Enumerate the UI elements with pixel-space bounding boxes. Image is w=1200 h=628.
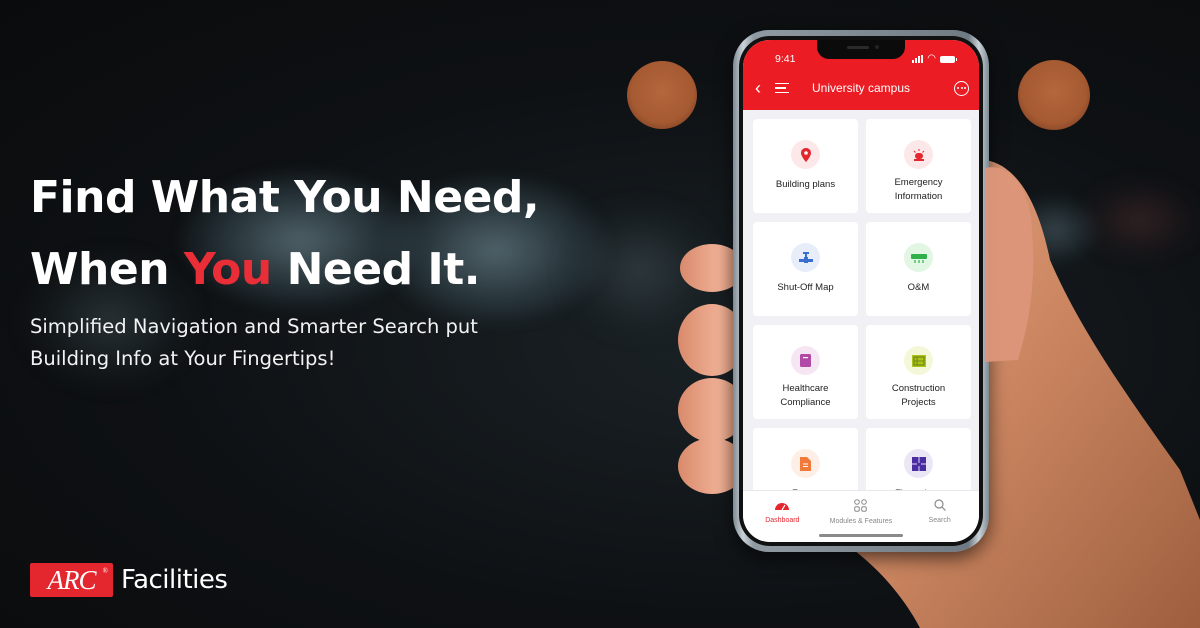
bokeh-light [560, 200, 720, 340]
arc-logo-mark: ARC ® [30, 563, 113, 597]
headline-word: Need It. [286, 244, 481, 295]
wifi-icon: ◠ [927, 53, 936, 64]
headline-line-1: Find What You Need, [30, 172, 540, 223]
module-card-label: Shut-Off Map [777, 282, 834, 293]
module-card-label: Healthcare Compliance [780, 383, 831, 408]
app-screen: 9:41 ◠ ‹ University campus Building plan… [743, 40, 979, 542]
tab-label: Search [928, 517, 951, 524]
headline-accent-word: You [183, 244, 272, 295]
tab-label: Dashboard [765, 517, 800, 524]
subheadline: Simplified Navigation and Smarter Search… [30, 311, 478, 375]
location-pin-icon [791, 140, 820, 169]
blueprint-icon [904, 346, 933, 375]
bokeh-light [1010, 195, 1100, 265]
module-card-label: O&M [907, 282, 930, 293]
brand-logo: ARC ® Facilities [30, 563, 228, 597]
logo-mark-text: ARC [47, 564, 97, 595]
subheadline-line-2: Building Info at Your Fingertips! [30, 347, 336, 370]
headline-line-2: When You Need It. [30, 234, 539, 306]
module-card-label: Building plans [775, 179, 836, 190]
module-grid: Building plans Emergency Information Shut-… [743, 110, 979, 522]
header-title: University campus [811, 81, 911, 95]
phone-mockup: 9:41 ◠ ‹ University campus Building plan… [733, 30, 989, 552]
tab-dashboard[interactable]: Dashboard [747, 499, 817, 542]
modules-grid-icon [854, 499, 868, 514]
valve-icon [791, 243, 820, 272]
nav-row: ‹ University campus [743, 68, 979, 108]
hvac-icon [904, 243, 933, 272]
module-card-building-plans[interactable]: Building plans [753, 119, 858, 213]
module-card-o-m[interactable]: O&M [866, 222, 971, 316]
form-document-icon [791, 449, 820, 478]
phone-notch [817, 40, 905, 59]
battery-icon [940, 55, 957, 63]
floor-plan-icon [904, 449, 933, 478]
module-card-shut-off-map[interactable]: Shut-Off Map [753, 222, 858, 316]
home-indicator [819, 534, 903, 537]
tab-label: Modules & Features [829, 518, 893, 525]
search-icon [934, 499, 946, 513]
bottom-tab-bar: Dashboard Modules & Features Search [743, 490, 979, 542]
more-options-icon[interactable] [954, 80, 969, 96]
registered-mark: ® [102, 567, 108, 575]
logo-wordmark: Facilities [121, 565, 228, 595]
module-card-emergency-information[interactable]: Emergency Information [866, 119, 971, 213]
signal-icon [912, 55, 924, 63]
module-card-construction-projects[interactable]: Construction Projects [866, 325, 971, 419]
siren-icon [904, 140, 933, 169]
module-card-label: Emergency Information [894, 177, 943, 202]
module-card-label: Construction Projects [891, 383, 946, 408]
tab-search[interactable]: Search [905, 499, 975, 542]
module-card-healthcare-compliance[interactable]: Healthcare Compliance [753, 325, 858, 419]
dashboard-gauge-icon [774, 499, 790, 513]
headline-word: When [30, 244, 170, 295]
clipboard-icon [791, 346, 820, 375]
bokeh-orange [627, 61, 697, 129]
subheadline-line-1: Simplified Navigation and Smarter Search… [30, 315, 478, 338]
status-time: 9:41 [775, 53, 796, 65]
headline: Find What You Need, When You Need It. [30, 162, 540, 306]
bokeh-orange [1018, 60, 1090, 130]
